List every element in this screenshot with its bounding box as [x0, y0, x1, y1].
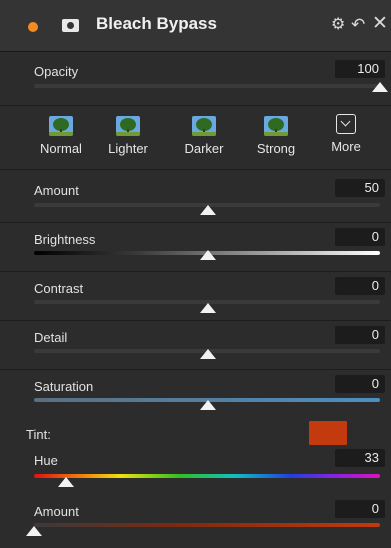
preset-strong[interactable]: Strong — [246, 116, 306, 156]
amount-value-field[interactable]: 50 — [335, 179, 385, 197]
chevron-down-box-icon — [336, 114, 356, 134]
tint-color-swatch[interactable] — [309, 421, 347, 445]
opacity-slider-row: Opacity 100 — [0, 56, 391, 104]
bleach-bypass-panel: Bleach Bypass ⚙ ↶ ✕ Opacity 100 Normal L… — [0, 0, 391, 548]
hue-slider-row: Hue 33 — [0, 445, 391, 493]
contrast-slider-row: Contrast 0 — [0, 273, 391, 321]
detail-slider-row: Detail 0 — [0, 322, 391, 370]
detail-label: Detail — [34, 330, 68, 345]
opacity-value-field[interactable]: 100 — [335, 60, 385, 78]
saturation-slider-thumb[interactable] — [200, 400, 216, 410]
tint-amount-value-field[interactable]: 0 — [335, 500, 385, 518]
hue-value-field[interactable]: 33 — [335, 449, 385, 467]
preset-more-button[interactable]: More — [316, 114, 376, 154]
brightness-label: Brightness — [34, 232, 96, 247]
preset-strip: Normal Lighter Darker Strong More — [0, 105, 391, 170]
brightness-value-field[interactable]: 0 — [335, 228, 385, 246]
brightness-slider-thumb[interactable] — [200, 250, 216, 260]
undo-icon[interactable]: ↶ — [351, 16, 365, 33]
detail-value-field[interactable]: 0 — [335, 326, 385, 344]
filter-title: Bleach Bypass — [96, 14, 217, 33]
preset-label: Strong — [256, 141, 296, 156]
saturation-label: Saturation — [34, 379, 94, 394]
tree-thumbnail-icon — [192, 116, 216, 136]
tint-amount-slider-row: Amount 0 — [0, 496, 391, 544]
saturation-slider-row: Saturation 0 — [0, 371, 391, 419]
preset-label: Normal — [40, 141, 82, 156]
hue-label: Hue — [34, 453, 58, 468]
tree-thumbnail-icon — [116, 116, 140, 136]
opacity-slider-thumb[interactable] — [372, 82, 388, 92]
mask-icon[interactable] — [62, 19, 79, 32]
tint-amount-slider-thumb[interactable] — [26, 526, 42, 536]
preset-label: Darker — [184, 141, 224, 156]
power-toggle-icon[interactable] — [28, 22, 38, 32]
gear-icon[interactable]: ⚙ — [331, 17, 345, 33]
preset-normal[interactable]: Normal — [31, 116, 91, 156]
preset-label: More — [331, 139, 361, 154]
hue-slider-track[interactable] — [34, 474, 380, 478]
contrast-label: Contrast — [34, 281, 84, 296]
preset-lighter[interactable]: Lighter — [98, 116, 158, 156]
brightness-slider-row: Brightness 0 — [0, 224, 391, 272]
contrast-value-field[interactable]: 0 — [335, 277, 385, 295]
opacity-label: Opacity — [34, 64, 79, 79]
preset-darker[interactable]: Darker — [174, 116, 234, 156]
contrast-slider-thumb[interactable] — [200, 303, 216, 313]
close-icon[interactable]: ✕ — [372, 14, 388, 33]
tint-amount-slider-track[interactable] — [34, 523, 380, 527]
opacity-slider-track[interactable] — [34, 84, 380, 88]
hue-slider-thumb[interactable] — [58, 477, 74, 487]
saturation-value-field[interactable]: 0 — [335, 375, 385, 393]
tree-thumbnail-icon — [264, 116, 288, 136]
tree-thumbnail-icon — [49, 116, 73, 136]
tint-label: Tint: — [26, 427, 51, 442]
amount-slider-thumb[interactable] — [200, 205, 216, 215]
filter-header: Bleach Bypass ⚙ ↶ ✕ — [0, 0, 391, 52]
amount-label: Amount — [34, 183, 79, 198]
tint-amount-label: Amount — [34, 504, 79, 519]
detail-slider-thumb[interactable] — [200, 349, 216, 359]
preset-label: Lighter — [108, 141, 148, 156]
amount-slider-row: Amount 50 — [0, 175, 391, 223]
